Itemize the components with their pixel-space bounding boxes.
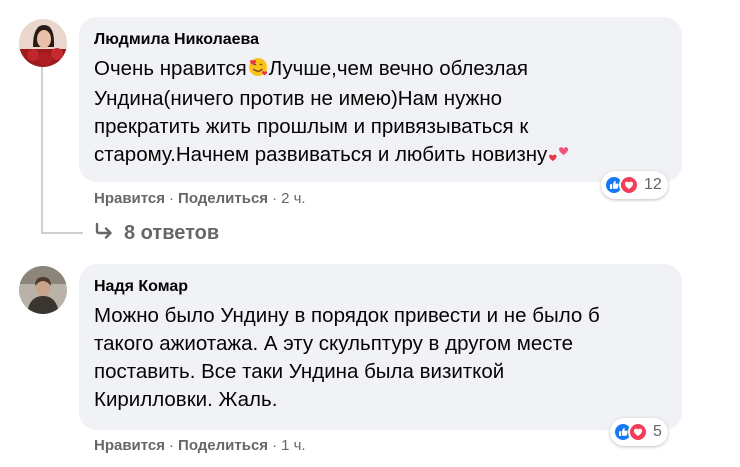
comment-line: Очень нравится Лучше,чем вечно облезлая xyxy=(94,55,571,85)
like-button[interactable]: Нравится xyxy=(94,190,165,207)
view-replies-link[interactable]: 8 ответов xyxy=(94,222,219,245)
thread-line xyxy=(41,66,43,234)
smiling-face-with-hearts-icon xyxy=(248,57,268,85)
comment-line: прекратить жить прошлым и привязываться … xyxy=(94,115,529,138)
comment-timestamp[interactable]: 2 ч. xyxy=(281,190,306,207)
comment-actions: Нравится · Поделиться · 1 ч. xyxy=(94,437,306,454)
love-reaction-icon xyxy=(628,422,648,442)
comment-actions: Нравится · Поделиться · 2 ч. xyxy=(94,190,306,207)
reactions-summary[interactable]: 5 xyxy=(610,418,668,446)
comment-bubble: Людмила Николаева Очень нравится Лучше,че… xyxy=(79,17,682,182)
reply-arrow-icon xyxy=(94,222,114,245)
comment-line: такого ажиотажа. А эту скульптуру в друг… xyxy=(94,332,574,355)
reactions-summary[interactable]: 12 xyxy=(601,171,668,199)
share-button[interactable]: Поделиться xyxy=(178,190,268,207)
replies-count: 8 ответов xyxy=(124,222,220,244)
separator: · xyxy=(169,437,175,454)
separator: · xyxy=(272,437,278,454)
comment-line: поставить. Все таки Ундина была визиткой xyxy=(94,360,505,383)
comment-text: Очень нравится Лучше,чем вечно облезлая У… xyxy=(94,55,571,171)
share-button[interactable]: Поделиться xyxy=(178,437,268,454)
love-reaction-icon xyxy=(619,175,639,195)
comment-timestamp[interactable]: 1 ч. xyxy=(281,437,306,454)
comment-line: Кирилловки. Жаль. xyxy=(94,388,278,411)
comment-text: Можно было Ундину в порядок привести и н… xyxy=(94,302,600,414)
comment-bubble: Надя Комар Можно было Ундину в порядок п… xyxy=(79,264,682,430)
avatar[interactable] xyxy=(19,266,67,314)
comment-line: Можно было Ундину в порядок привести и н… xyxy=(94,304,600,327)
comment-author[interactable]: Людмила Николаева xyxy=(94,31,259,49)
comment-line: Ундина(ничего против не имею)Нам нужно xyxy=(94,87,503,110)
reaction-count: 12 xyxy=(644,176,662,193)
thread-line-branch xyxy=(41,232,83,234)
separator: · xyxy=(272,190,278,207)
two-hearts-icon xyxy=(548,143,570,171)
comment-line: старому.Начнем развиваться и любить нови… xyxy=(94,141,571,171)
like-button[interactable]: Нравится xyxy=(94,437,165,454)
comment-author[interactable]: Надя Комар xyxy=(94,278,188,296)
avatar[interactable] xyxy=(19,19,67,67)
reaction-count: 5 xyxy=(653,423,662,440)
separator: · xyxy=(169,190,175,207)
